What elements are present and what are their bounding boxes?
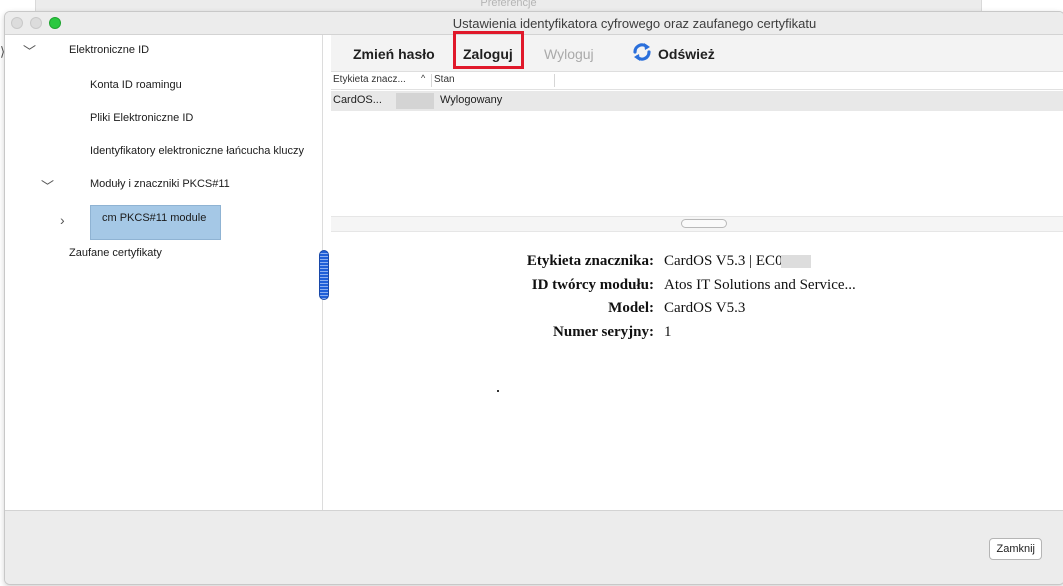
- minimize-window-icon[interactable]: [30, 17, 42, 29]
- row-token-label: CardOS...: [333, 94, 382, 106]
- navigation-tree: ﹀ Elektroniczne ID Konta ID roamingu Pli…: [5, 35, 323, 510]
- token-label-label: Etykieta znacznika:: [526, 253, 654, 269]
- maximize-window-icon[interactable]: [49, 17, 61, 29]
- chevron-down-icon[interactable]: ﹀: [41, 176, 54, 195]
- serial-number-value: 1: [664, 324, 672, 340]
- column-header-status[interactable]: Stan: [434, 74, 455, 85]
- tree-item-elektroniczne-id[interactable]: Elektroniczne ID: [69, 44, 149, 56]
- tree-item-konta-id-roamingu[interactable]: Konta ID roamingu: [90, 79, 182, 91]
- tree-item-zaufane-certyfikaty[interactable]: Zaufane certyfikaty: [69, 247, 162, 259]
- model-label: Model:: [608, 300, 654, 316]
- serial-number-label: Numer seryjny:: [553, 324, 654, 340]
- column-divider[interactable]: [554, 74, 555, 87]
- tree-item-identyfikatory-lancucha-kluczy[interactable]: Identyfikatory elektroniczne łańcucha kl…: [90, 145, 304, 157]
- sort-ascending-icon[interactable]: ^: [421, 73, 425, 83]
- pane-grip-icon[interactable]: [681, 219, 727, 228]
- chevron-down-icon[interactable]: ﹀: [23, 41, 36, 60]
- table-header: Etykieta znacz... ^ Stan: [331, 72, 1063, 90]
- background-window-title: Preferencje: [480, 0, 537, 9]
- change-password-button[interactable]: Zmień hasło: [353, 46, 435, 62]
- row-status: Wylogowany: [440, 94, 503, 106]
- refresh-icon[interactable]: [631, 41, 653, 63]
- refresh-button[interactable]: Odśwież: [658, 46, 715, 62]
- column-divider[interactable]: [431, 74, 432, 87]
- window-title: Ustawienia identyfikatora cyfrowego oraz…: [452, 16, 817, 31]
- model-value: CardOS V5.3: [664, 300, 746, 316]
- tree-item-cm-pkcs11-module[interactable]: cm PKCS#11 module: [102, 212, 206, 224]
- redacted-area: [396, 93, 434, 109]
- chevron-right-icon[interactable]: ›: [60, 212, 65, 228]
- footer-bar: Zamknij: [5, 510, 1063, 584]
- splitter-handle[interactable]: [319, 250, 329, 300]
- redacted-area: [781, 255, 811, 268]
- manufacturer-label: ID twórcy modułu:: [531, 277, 654, 293]
- column-header-label[interactable]: Etykieta znacz...: [333, 74, 406, 85]
- close-window-icon[interactable]: [11, 17, 23, 29]
- dialog-window: Ustawienia identyfikatora cyfrowego oraz…: [4, 11, 1063, 585]
- close-button[interactable]: Zamknij: [989, 538, 1042, 560]
- detail-panel: Zmień hasło Zaloguj Wyloguj Odśwież Etyk…: [331, 31, 1063, 510]
- manufacturer-value: Atos IT Solutions and Service...: [664, 277, 856, 293]
- tree-item-moduly-pkcs11[interactable]: Moduły i znaczniki PKCS#11: [90, 178, 230, 190]
- pane-divider[interactable]: [331, 216, 1063, 232]
- logout-button[interactable]: Wyloguj: [544, 46, 594, 62]
- token-label-value: CardOS V5.3 | EC00: [664, 253, 791, 269]
- tree-item-pliki-elektroniczne-id[interactable]: Pliki Elektroniczne ID: [90, 112, 193, 124]
- stray-dot: [497, 390, 499, 392]
- login-highlight-box: [453, 31, 524, 69]
- table-row[interactable]: CardOS... Wylogowany: [331, 91, 1063, 111]
- toolbar: Zmień hasło Zaloguj Wyloguj Odśwież: [331, 31, 1063, 72]
- title-bar: Ustawienia identyfikatora cyfrowego oraz…: [5, 12, 1063, 35]
